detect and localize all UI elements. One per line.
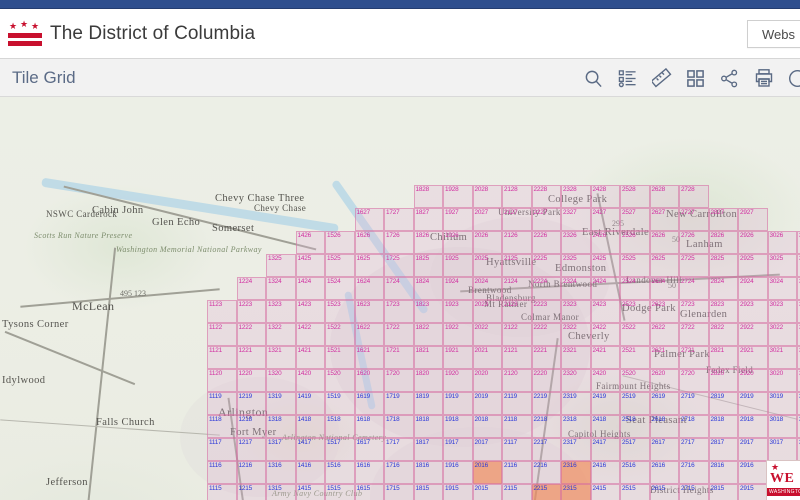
map-place-label: Glen Echo [152,217,201,228]
map-place-label: Fort Myer [230,427,277,438]
map-place-label: Somerset [212,223,255,234]
map-place-label: Fairmount Heights [596,381,671,391]
map-place-label: Lanham [686,239,723,250]
map-place-label: East Riverdale [582,227,650,238]
map-place-label: Dodge Park [622,303,676,314]
map-place-label: Chillum [430,232,468,243]
map-place-label: Glenarden [680,309,728,320]
map-highway-label: 495 [120,289,132,298]
map-viewport[interactable]: NSWC Carderock Cabin John Glen Echo Somerse… [0,97,800,500]
map-park-label: Arlington National Cemetery [282,433,387,442]
legend-icon[interactable] [617,68,638,89]
search-icon[interactable] [583,68,604,89]
map-place-label: Jefferson [46,477,88,488]
map-place-label: College Park [548,194,608,205]
map-place-label: Palmer Park [654,349,711,360]
map-park-label: Army Navy Country Club [272,489,363,498]
browser-top-strip [0,0,800,9]
website-button[interactable]: Webs [747,20,800,48]
print-icon[interactable] [753,68,774,89]
map-place-label: Chevy Chase [254,203,307,213]
attribution-badge-text: WE [770,471,795,486]
measure-ruler-icon[interactable] [651,68,672,89]
help-circle-icon[interactable] [787,68,800,89]
map-place-label: District Heights [650,485,714,495]
map-place-label: Cheverly [568,331,610,342]
map-place-label: New Carrollton [666,209,738,220]
map-highway-label: 50 [672,235,680,244]
map-place-label: Falls Church [96,417,155,428]
map-highway-label: 123 [134,289,146,298]
dc-flag-icon: ★ ★ ★ [8,19,42,47]
basemap-gallery-icon[interactable] [685,68,706,89]
map-place-label: Fedex Field [706,365,754,375]
map-place-label: Capitol Heights [568,429,631,439]
map-place-label: Mt Rainier [484,299,528,309]
map-toolbar: Tile Grid [0,59,800,97]
map-place-label: McLean [72,299,115,313]
map-place-label: North Brentwood [528,279,598,289]
map-place-label: Tysons Corner [2,319,69,330]
map-place-label: Hyattsville [486,257,537,268]
map-place-label: Cabin John [92,205,144,216]
app-header: ★ ★ ★ The District of Columbia Webs [0,9,800,59]
map-place-label: Edmonston [555,263,607,274]
map-place-label: Seat Pleasant [626,415,687,426]
map-place-label: Colmar Manor [521,312,580,322]
map-park-label: Washington Memorial National Parkway [116,245,261,254]
map-place-label: Three [278,193,305,204]
map-highway-label: 295 [612,219,624,228]
map-place-label: Idylwood [2,375,46,386]
page-title: The District of Columbia [50,22,256,44]
header-actions: Webs [747,20,800,48]
map-highway-label: 50 [668,281,676,290]
attribution-badge: ★ WE WASHINGTON [766,460,800,500]
map-place-label: University Park [498,207,561,217]
map-place-label: Arlington [218,405,269,419]
share-icon[interactable] [719,68,740,89]
toolbar-icon-group [583,59,800,97]
map-park-label: Scotts Run Nature Preserve [34,231,133,240]
map-title: Tile Grid [12,67,76,87]
